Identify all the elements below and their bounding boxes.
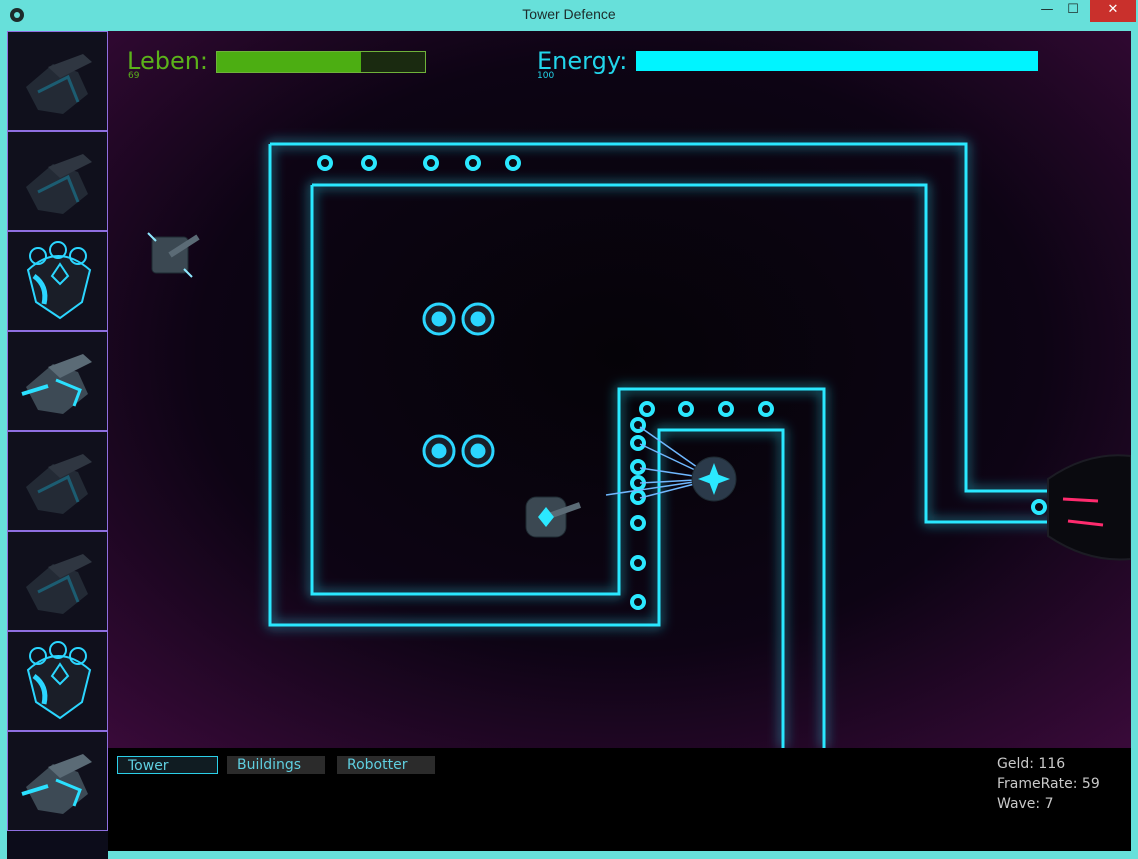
bottom-panel: Tower Buildings Robotter Geld: 116 Frame… <box>108 748 1131 851</box>
geld-value: 116 <box>1038 756 1066 772</box>
wave-value: 7 <box>1044 796 1054 812</box>
energy-value: 100 <box>537 71 555 81</box>
window-title: Tower Defence <box>522 6 616 22</box>
energy-bar-fill <box>636 51 1038 71</box>
enemy-base <box>1047 454 1131 561</box>
tower-slot-7[interactable] <box>7 631 108 731</box>
tower-slot-1[interactable] <box>7 31 108 131</box>
title-bar: Tower Defence — ☐ ✕ <box>0 0 1138 30</box>
tower-slot-4[interactable] <box>7 331 108 431</box>
tower-slot-8[interactable] <box>7 731 108 831</box>
close-button[interactable]: ✕ <box>1090 0 1136 22</box>
tab-robotter[interactable]: Robotter <box>337 756 435 774</box>
cannon-tower-icon <box>26 454 92 514</box>
game-map <box>108 31 1131 748</box>
framerate-label: FrameRate: <box>997 776 1078 792</box>
tower-sidebar <box>7 31 108 859</box>
leben-bar-fill <box>217 52 361 72</box>
maximize-icon: ☐ <box>1067 2 1079 17</box>
wave-stat: Wave: 7 <box>997 796 1054 812</box>
cannon-tower-icon <box>26 154 92 214</box>
framerate-stat: FrameRate: 59 <box>997 776 1100 792</box>
leben-bar <box>216 51 426 73</box>
cannon-tower-icon <box>26 554 92 614</box>
tab-tower[interactable]: Tower <box>117 756 218 774</box>
geld-label: Geld: <box>997 756 1034 772</box>
minimize-icon: — <box>1040 2 1054 17</box>
cannon-tower-icon <box>21 754 92 814</box>
energy-bar <box>636 51 1038 71</box>
game-field[interactable]: Leben: 69 Energy: 100 <box>108 31 1131 748</box>
shield-tower-icon <box>26 641 92 720</box>
minimize-button[interactable]: — <box>1034 0 1060 22</box>
leben-value: 69 <box>128 71 140 81</box>
tower-slot-6[interactable] <box>7 531 108 631</box>
shield-tower-icon <box>26 241 92 320</box>
cannon-tower-icon <box>26 54 92 114</box>
geld-stat: Geld: 116 <box>997 756 1065 772</box>
tower-slot-5[interactable] <box>7 431 108 531</box>
maximize-button[interactable]: ☐ <box>1060 0 1086 22</box>
close-icon: ✕ <box>1107 2 1119 17</box>
tab-buildings[interactable]: Buildings <box>227 756 325 774</box>
cannon-tower-icon <box>21 354 92 414</box>
wave-label: Wave: <box>997 796 1041 812</box>
tower-slot-3[interactable] <box>7 231 108 331</box>
framerate-value: 59 <box>1081 776 1100 792</box>
tower-slot-2[interactable] <box>7 131 108 231</box>
